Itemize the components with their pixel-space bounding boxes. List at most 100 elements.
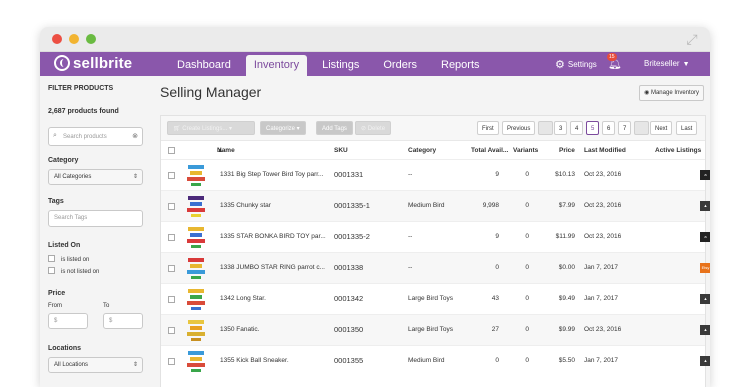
product-modified: Jan 7, 2017: [584, 295, 618, 302]
product-thumbnail[interactable]: [185, 287, 207, 311]
checkbox[interactable]: [48, 267, 55, 274]
category-value: All Categories: [54, 174, 92, 180]
col-listings[interactable]: Active Listings: [655, 147, 701, 154]
thumb-block: [191, 307, 201, 310]
category-select[interactable]: All Categories ⇕: [48, 169, 143, 185]
delete-button[interactable]: ⊘ Delete: [355, 121, 392, 135]
col-modified[interactable]: Last Modified: [584, 147, 626, 154]
page-3[interactable]: 3: [554, 121, 568, 135]
notification-badge: 15: [607, 53, 617, 61]
product-name[interactable]: 1335 Chunky star: [220, 202, 271, 209]
table-row[interactable]: 1338 JUMBO STAR RING parrot c... 0001338 -…: [161, 252, 710, 284]
listed-on-label: Listed On: [48, 242, 81, 249]
price-from-input[interactable]: $: [48, 313, 88, 329]
col-total[interactable]: Total Avail...: [471, 147, 508, 154]
page-7[interactable]: 7: [618, 121, 632, 135]
not-listed-on-option: is not listed on: [61, 269, 100, 275]
neutral-listing-icon[interactable]: ▲: [700, 325, 710, 335]
page-6[interactable]: 6: [602, 121, 616, 135]
product-name[interactable]: 1335 STAR BONKA BIRD TOY par...: [220, 233, 326, 240]
etsy-listing-icon[interactable]: Etsy: [700, 263, 710, 273]
product-thumbnail[interactable]: [185, 225, 207, 249]
settings-link[interactable]: ⚙ Settings: [555, 58, 597, 71]
product-name[interactable]: 1350 Fanatic.: [220, 326, 259, 333]
product-price: $0.00: [558, 264, 575, 271]
not-listed-on-checkbox[interactable]: is not listed on: [48, 267, 99, 275]
create-listings-button[interactable]: 🛒︎ Create Listings... ▾: [167, 121, 255, 135]
table-row[interactable]: 1331 Big Step Tower Bird Toy parr... 0001…: [161, 159, 710, 191]
page-ellipsis-right[interactable]: ...: [634, 121, 650, 135]
page-next[interactable]: Next: [650, 121, 673, 135]
row-checkbox[interactable]: [168, 327, 175, 334]
search-icon: ⌕: [53, 132, 57, 139]
row-checkbox[interactable]: [168, 234, 175, 241]
table-row[interactable]: 1335 Chunky star 0001335-1 Medium Bird 9,99…: [161, 190, 710, 222]
product-name[interactable]: 1338 JUMBO STAR RING parrot c...: [220, 264, 325, 271]
maximize-window-button[interactable]: [86, 34, 96, 44]
select-all-checkbox[interactable]: [168, 147, 175, 154]
table-row[interactable]: 1342 Long Star. 0001342 Large Bird Toys 43 0…: [161, 283, 710, 315]
tags-input[interactable]: Search Tags: [48, 210, 143, 227]
row-checkbox[interactable]: [168, 296, 175, 303]
product-thumbnail[interactable]: [185, 256, 207, 280]
table-row[interactable]: 1350 Fanatic. 0001350 Large Bird Toys 27 0 $9…: [161, 314, 710, 346]
neutral-listing-icon[interactable]: ▲: [700, 356, 710, 366]
product-thumbnail[interactable]: [185, 349, 207, 373]
product-variants: 0: [525, 233, 529, 240]
expand-arrows-icon[interactable]: ⤢: [684, 31, 700, 47]
products-table-card: 🛒︎ Create Listings... ▾ Categorize ▾ Add…: [160, 115, 710, 387]
page-first[interactable]: First: [477, 121, 499, 135]
thumb-block: [190, 326, 202, 330]
amazon-listing-icon[interactable]: a: [700, 170, 710, 180]
categorize-label: Categorize: [266, 126, 296, 132]
product-category: Large Bird Toys: [408, 326, 454, 333]
page-previous[interactable]: Previous: [502, 121, 536, 135]
page-4[interactable]: 4: [570, 121, 584, 135]
product-thumbnail[interactable]: [185, 194, 207, 218]
row-checkbox[interactable]: [168, 358, 175, 365]
page-ellipsis-left[interactable]: ...: [538, 121, 554, 135]
user-menu[interactable]: Briteseller ▼: [644, 59, 690, 68]
neutral-listing-icon[interactable]: ▲: [700, 294, 710, 304]
page-last[interactable]: Last: [676, 121, 698, 135]
row-checkbox[interactable]: [168, 265, 175, 272]
row-checkbox[interactable]: [168, 203, 175, 210]
table-row[interactable]: 1355 Kick Ball Sneaker. 0001355 Medium Bir…: [161, 345, 710, 377]
product-total: 43: [491, 295, 499, 302]
page-5[interactable]: 5: [586, 121, 600, 135]
neutral-listing-icon[interactable]: ▲: [700, 201, 710, 211]
close-window-button[interactable]: [52, 34, 62, 44]
col-price[interactable]: Price: [559, 147, 575, 154]
nav-reports[interactable]: Reports: [432, 52, 489, 76]
locations-select[interactable]: All Locations ⇕: [48, 357, 143, 373]
table-row[interactable]: 1335 STAR BONKA BIRD TOY par... 0001335-2…: [161, 221, 710, 253]
col-category[interactable]: Category: [408, 147, 436, 154]
nav-orders[interactable]: Orders: [374, 52, 426, 76]
product-name[interactable]: 1355 Kick Ball Sneaker.: [220, 357, 289, 364]
product-thumbnail[interactable]: [185, 318, 207, 342]
checkbox[interactable]: [48, 255, 55, 262]
product-name[interactable]: 1342 Long Star.: [220, 295, 266, 302]
add-tags-button[interactable]: Add Tags: [316, 121, 353, 135]
nav-inventory[interactable]: Inventory: [245, 55, 308, 76]
nav-listings[interactable]: Listings: [313, 52, 368, 76]
product-modified: Jan 7, 2017: [584, 357, 618, 364]
product-name[interactable]: 1331 Big Step Tower Bird Toy parr...: [220, 171, 323, 178]
filter-heading: FILTER PRODUCTS: [48, 85, 114, 92]
nav-dashboard[interactable]: Dashboard: [168, 52, 240, 76]
product-thumbnail[interactable]: [185, 163, 207, 187]
sellbrite-logo[interactable]: sellbrite: [54, 55, 132, 72]
col-sku[interactable]: SKU: [334, 147, 348, 154]
minimize-window-button[interactable]: [69, 34, 79, 44]
clear-icon[interactable]: ⊗: [132, 132, 138, 140]
price-to-input[interactable]: $: [103, 313, 143, 329]
product-variants: 0: [525, 171, 529, 178]
manage-inventory-button[interactable]: ◉ Manage Inventory: [639, 85, 704, 101]
col-variants[interactable]: Variants: [513, 147, 538, 154]
row-checkbox[interactable]: [168, 172, 175, 179]
sort-asc-icon: ▲: [217, 147, 224, 154]
listed-on-checkbox[interactable]: is listed on: [48, 255, 89, 263]
amazon-listing-icon[interactable]: a: [700, 232, 710, 242]
categorize-button[interactable]: Categorize ▾: [260, 121, 306, 135]
search-products-input[interactable]: ⌕ Search products ⊗: [48, 127, 143, 146]
